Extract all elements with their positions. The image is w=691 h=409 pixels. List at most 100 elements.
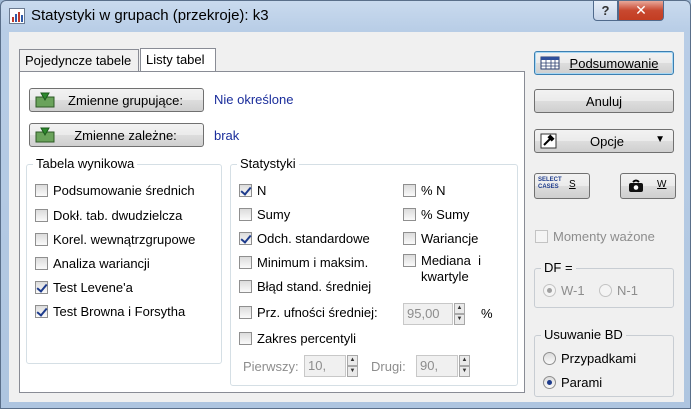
radio-df-n1[interactable]: N-1: [599, 283, 638, 298]
spin-up-icon[interactable]: ▲: [347, 355, 358, 366]
checkbox-box[interactable]: [403, 232, 416, 245]
second-percentile-spinner[interactable]: 90, ▲ ▼: [416, 355, 470, 377]
checkbox-weighted-moments[interactable]: Momenty ważone: [535, 229, 655, 244]
checkbox-box[interactable]: [239, 280, 252, 293]
checkbox-levene-test[interactable]: Test Levene'a: [35, 280, 133, 295]
checkbox-box[interactable]: [35, 305, 48, 318]
summary-button[interactable]: Podsumowanie: [534, 51, 674, 75]
checkbox-label: Dokł. tab. dwudzielcza: [53, 208, 183, 223]
checkbox-label: % N: [421, 183, 446, 198]
spin-down-icon[interactable]: ▼: [459, 366, 470, 377]
checkbox-box[interactable]: [35, 184, 48, 197]
spin-down-icon[interactable]: ▼: [454, 314, 465, 325]
radio-pairwise[interactable]: Parami: [543, 375, 602, 390]
confidence-unit: %: [481, 306, 493, 321]
confidence-level-spinner[interactable]: 95,00 ▲ ▼: [403, 303, 465, 325]
checkbox-crosstab[interactable]: Dokł. tab. dwudzielcza: [35, 208, 182, 223]
radio-circle[interactable]: [543, 284, 556, 297]
checkbox-median-quartiles[interactable]: Mediana i kwartyle: [403, 253, 481, 285]
checkbox-box[interactable]: [239, 332, 252, 345]
variables-icon: [35, 92, 55, 108]
radio-df-w1[interactable]: W-1: [543, 283, 585, 298]
spinner-buttons[interactable]: ▲ ▼: [459, 355, 470, 377]
second-percentile-field[interactable]: 90,: [416, 355, 458, 377]
spinner-buttons[interactable]: ▲ ▼: [454, 303, 465, 325]
checkbox-box[interactable]: [35, 209, 48, 222]
checkbox-brown-forsythe-test[interactable]: Test Browna i Forsytha: [35, 304, 185, 319]
checkbox-box[interactable]: [35, 281, 48, 294]
tab-table-lists-label: Listy tabel: [146, 52, 205, 67]
checkbox-percentile-range[interactable]: Zakres percentyli: [239, 331, 356, 346]
cancel-button-label: Anuluj: [585, 93, 623, 109]
df-group: DF = W-1 N-1: [534, 260, 674, 308]
checkbox-within-group-correlations[interactable]: Korel. wewnątrzgrupowe: [35, 232, 195, 247]
grouping-variables-button[interactable]: Zmienne grupujące:: [29, 88, 204, 112]
first-percentile-label: Pierwszy:: [243, 359, 299, 374]
radio-circle[interactable]: [543, 376, 556, 389]
checkbox-box[interactable]: [239, 232, 252, 245]
checkbox-box[interactable]: [403, 254, 416, 267]
checkbox-box[interactable]: [35, 257, 48, 270]
title-bar[interactable]: Statystyki w grupach (przekroje): k3 ? ✕: [1, 1, 690, 31]
cancel-button[interactable]: Anuluj: [534, 89, 674, 113]
weight-icon: [629, 179, 643, 192]
spin-up-icon[interactable]: ▲: [454, 303, 465, 314]
close-icon: ✕: [635, 2, 647, 18]
checkbox-anova[interactable]: Analiza wariancji: [35, 256, 150, 271]
checkbox-label-multiline: Mediana i kwartyle: [421, 253, 481, 285]
checkbox-box[interactable]: [239, 208, 252, 221]
spinner-buttons[interactable]: ▲ ▼: [347, 355, 358, 377]
checkbox-label: Podsumowanie średnich: [53, 183, 195, 198]
table-grid-icon: [540, 56, 560, 70]
checkbox-label: Odch. standardowe: [257, 231, 370, 246]
confidence-level-field[interactable]: 95,00: [403, 303, 453, 325]
checkbox-means-summary[interactable]: Podsumowanie średnich: [35, 183, 195, 198]
checkbox-box[interactable]: [403, 208, 416, 221]
checkbox-box[interactable]: [35, 233, 48, 246]
statistics-group: Statystyki N Sumy Odch. standardowe Mini…: [230, 156, 518, 386]
statistics-legend: Statystyki: [237, 156, 299, 171]
options-hammer-icon: [540, 133, 557, 149]
checkbox-n[interactable]: N: [239, 183, 266, 198]
checkbox-confidence-interval[interactable]: Prz. ufności średniej:: [239, 305, 378, 320]
radio-circle[interactable]: [599, 284, 612, 297]
checkbox-box[interactable]: [239, 256, 252, 269]
first-percentile-spinner[interactable]: 10, ▲ ▼: [304, 355, 358, 377]
checkbox-box[interactable]: [239, 184, 252, 197]
checkbox-box[interactable]: [403, 184, 416, 197]
checkbox-label: Test Levene'a: [53, 280, 133, 295]
tab-table-lists[interactable]: Listy tabel: [140, 48, 216, 71]
radio-label: Przypadkami: [561, 351, 637, 366]
missing-data-legend: Usuwanie BD: [541, 327, 626, 342]
spin-up-icon[interactable]: ▲: [459, 355, 470, 366]
dependent-variables-button[interactable]: Zmienne zależne:: [29, 123, 204, 147]
spin-down-icon[interactable]: ▼: [347, 366, 358, 377]
tab-single-tables[interactable]: Pojedyncze tabele: [19, 49, 139, 71]
help-button[interactable]: ?: [593, 1, 618, 21]
checkbox-percent-n[interactable]: % N: [403, 183, 446, 198]
weights-button[interactable]: W: [620, 173, 676, 199]
checkbox-variances[interactable]: Wariancje: [403, 231, 478, 246]
checkbox-min-max[interactable]: Minimum i maksim.: [239, 255, 368, 270]
checkbox-box[interactable]: [535, 230, 548, 243]
checkbox-std-dev[interactable]: Odch. standardowe: [239, 231, 370, 246]
radio-casewise[interactable]: Przypadkami: [543, 351, 636, 366]
checkbox-box[interactable]: [239, 306, 252, 319]
checkbox-std-error[interactable]: Błąd stand. średniej: [239, 279, 371, 294]
checkbox-label: Zakres percentyli: [257, 331, 356, 346]
options-button[interactable]: Opcje ▼: [534, 129, 674, 153]
checkbox-label: Błąd stand. średniej: [257, 279, 372, 294]
select-cases-button[interactable]: SELECT CASES S: [534, 173, 590, 199]
result-table-legend: Tabela wynikowa: [33, 156, 138, 171]
checkbox-sums[interactable]: Sumy: [239, 207, 290, 222]
tab-panel: Zmienne grupujące: Nie określone Zmienne…: [19, 71, 525, 393]
select-cases-icon: SELECT CASES: [538, 177, 562, 190]
close-button[interactable]: ✕: [618, 1, 664, 21]
first-percentile-field[interactable]: 10,: [304, 355, 346, 377]
checkbox-label: Prz. ufności średniej:: [257, 305, 378, 320]
radio-circle[interactable]: [543, 352, 556, 365]
options-button-label: Opcje: [590, 133, 624, 149]
select-cases-label: S: [569, 179, 576, 190]
checkbox-label: Test Browna i Forsytha: [53, 304, 186, 319]
checkbox-percent-sums[interactable]: % Sumy: [403, 207, 469, 222]
